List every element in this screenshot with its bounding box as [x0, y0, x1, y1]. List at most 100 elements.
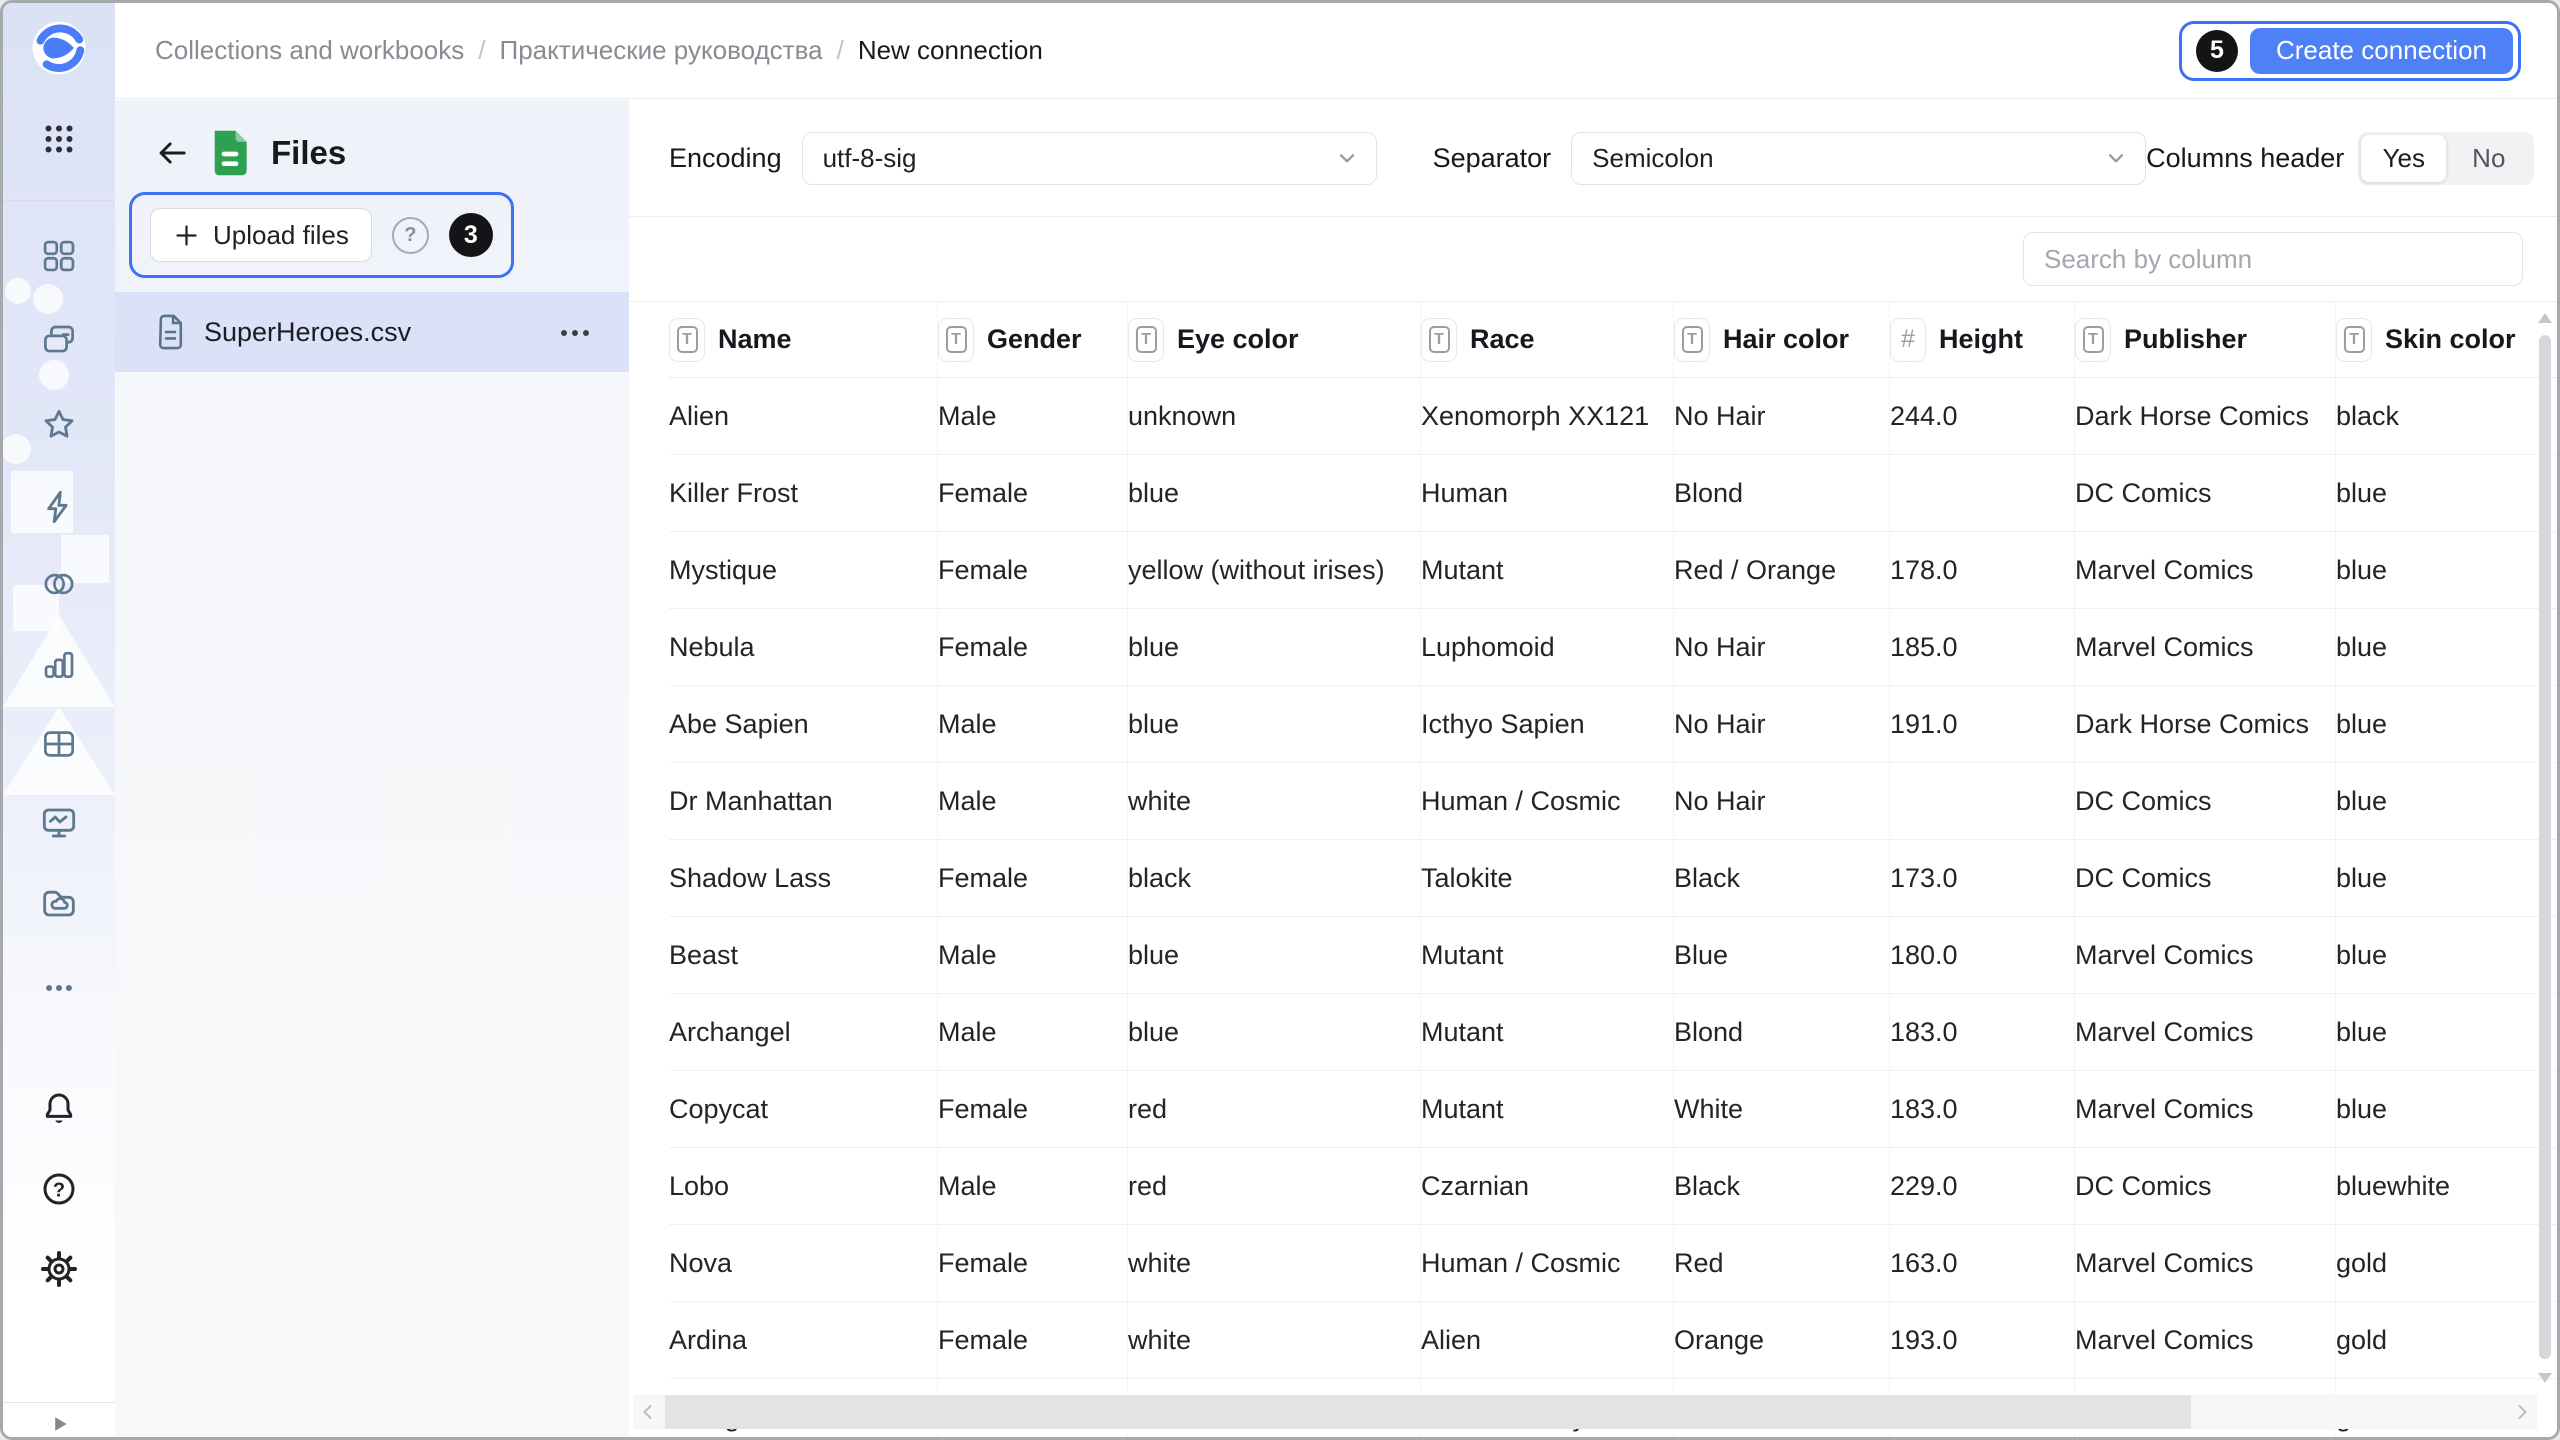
search-by-column-input[interactable] — [2023, 232, 2523, 286]
table-row: BeastMaleblueMutantBlue180.0Marvel Comic… — [669, 917, 2557, 994]
columns-header-yes-option[interactable]: Yes — [2361, 135, 2446, 182]
topbar: Collections and workbooks / Практические… — [115, 3, 2557, 99]
datalens-logo[interactable] — [32, 21, 86, 75]
sidebar-item-workbooks[interactable] — [40, 321, 78, 359]
sidebar-item-storage[interactable] — [39, 883, 79, 923]
table-cell: red — [1127, 1071, 1420, 1147]
table-cell: Marvel Comics — [2074, 994, 2335, 1070]
table-cell: Marvel Comics — [2074, 532, 2335, 608]
breadcrumb-workbook[interactable]: Практические руководства — [500, 35, 823, 66]
separator-select[interactable]: Semicolon — [1571, 132, 2146, 185]
table-row: Killer FrostFemaleblueHumanBlondDC Comic… — [669, 455, 2557, 532]
table-cell: Blond — [1673, 994, 1889, 1070]
column-header-name: TName — [669, 302, 937, 377]
table-cell: Male — [937, 763, 1127, 839]
scroll-left-arrow[interactable] — [636, 1400, 660, 1429]
table-cell: No Hair — [1673, 763, 1889, 839]
column-header-race: TRace — [1420, 302, 1673, 377]
table-cell: Nova — [669, 1225, 937, 1301]
annotation-badge-3: 3 — [449, 213, 493, 257]
table-cell: Alien — [669, 378, 937, 454]
sidebar-item-charts[interactable] — [40, 645, 78, 683]
sidebar-item-favorites[interactable] — [39, 405, 79, 445]
sidebar-item-more[interactable] — [42, 971, 76, 1005]
scroll-right-arrow[interactable] — [2510, 1400, 2534, 1429]
table-cell: blue — [1127, 686, 1420, 762]
table-cell: 185.0 — [1889, 609, 2074, 685]
file-more-icon[interactable] — [556, 323, 589, 341]
horizontal-scrollbar-thumb[interactable] — [665, 1395, 2191, 1429]
table-cell: Female — [937, 455, 1127, 531]
table-cell: No Hair — [1673, 609, 1889, 685]
table-cell: Human — [1420, 455, 1673, 531]
table-cell: blue — [2335, 686, 2544, 762]
table-cell: white — [1127, 1302, 1420, 1378]
table-cell: Marvel Comics — [2074, 609, 2335, 685]
create-connection-annotation: 5 Create connection — [2179, 21, 2521, 81]
table-cell: yellow (without irises) — [1127, 532, 1420, 608]
encoding-label: Encoding — [669, 143, 782, 174]
table-cell: No Hair — [1673, 378, 1889, 454]
table-cell: blue — [2335, 455, 2544, 531]
sidebar: ? — [3, 3, 115, 1437]
table-cell: Killer Frost — [669, 455, 937, 531]
table-cell: Dark Horse Comics — [2074, 378, 2335, 454]
text-type-icon: T — [669, 318, 705, 362]
svg-text:?: ? — [53, 1179, 65, 1201]
sidebar-item-monitoring[interactable] — [39, 803, 79, 843]
table-cell: Alien — [1420, 1302, 1673, 1378]
text-type-icon: T — [1674, 318, 1710, 362]
upload-help-icon[interactable]: ? — [392, 217, 429, 254]
help-icon[interactable]: ? — [39, 1169, 79, 1209]
table-cell: Female — [937, 532, 1127, 608]
table-cell: Ardina — [669, 1302, 937, 1378]
sidebar-item-dashboards[interactable] — [40, 725, 78, 763]
sidebar-item-collections[interactable] — [40, 237, 78, 275]
table-cell: Female — [937, 1225, 1127, 1301]
table-cell: Mystique — [669, 532, 937, 608]
encoding-select[interactable]: utf-8-sig — [802, 132, 1377, 185]
table-cell: 173.0 — [1889, 840, 2074, 916]
table-cell: Marvel Comics — [2074, 1302, 2335, 1378]
table-cell: Red — [1673, 1225, 1889, 1301]
scroll-down-arrow[interactable] — [2538, 1373, 2552, 1383]
vertical-scrollbar-thumb[interactable] — [2539, 335, 2551, 1359]
table-cell: Marvel Comics — [2074, 917, 2335, 993]
sidebar-item-connections[interactable] — [39, 487, 79, 527]
back-arrow-icon[interactable] — [155, 136, 189, 170]
create-connection-button[interactable]: Create connection — [2250, 28, 2513, 74]
columns-header-no-option[interactable]: No — [2446, 135, 2531, 182]
table-row: AlienMaleunknownXenomorph XX121No Hair24… — [669, 378, 2557, 455]
table-cell: Orange — [1673, 1302, 1889, 1378]
table-cell: Black — [1673, 1148, 1889, 1224]
main-content: Encoding utf-8-sig Separator Semicolon C… — [629, 100, 2557, 1437]
number-type-icon: # — [1890, 318, 1926, 362]
table-cell: Black — [1673, 840, 1889, 916]
table-cell: No Hair — [1673, 686, 1889, 762]
table-cell: DC Comics — [2074, 763, 2335, 839]
sidebar-item-datasets[interactable] — [40, 565, 78, 603]
table-cell: 183.0 — [1889, 1071, 2074, 1147]
table-cell: Marvel Comics — [2074, 1225, 2335, 1301]
expand-panel-icon[interactable] — [46, 1411, 72, 1437]
table-cell: Abe Sapien — [669, 686, 937, 762]
plus-icon — [173, 222, 200, 249]
table-cell: Blond — [1673, 455, 1889, 531]
column-header-hair-color: THair color — [1673, 302, 1889, 377]
apps-grid-icon[interactable] — [41, 121, 77, 157]
scroll-up-arrow[interactable] — [2538, 313, 2552, 323]
breadcrumb-collections[interactable]: Collections and workbooks — [155, 35, 464, 66]
settings-gear-icon[interactable] — [39, 1249, 79, 1289]
table-row: CopycatFemaleredMutantWhite183.0Marvel C… — [669, 1071, 2557, 1148]
table-cell: black — [1127, 840, 1420, 916]
file-list-item-selected[interactable]: SuperHeroes.csv — [115, 292, 629, 372]
upload-files-button[interactable]: Upload files — [150, 208, 372, 262]
table-cell: 229.0 — [1889, 1148, 2074, 1224]
table-cell: Male — [937, 1148, 1127, 1224]
notifications-bell-icon[interactable] — [39, 1089, 79, 1129]
column-header-height: #Height — [1889, 302, 2074, 377]
table-cell: Dark Horse Comics — [2074, 686, 2335, 762]
table-cell: blue — [1127, 609, 1420, 685]
table-header-row: TNameTGenderTEye colorTRaceTHair color#H… — [669, 302, 2557, 378]
text-type-icon: T — [2336, 318, 2372, 362]
